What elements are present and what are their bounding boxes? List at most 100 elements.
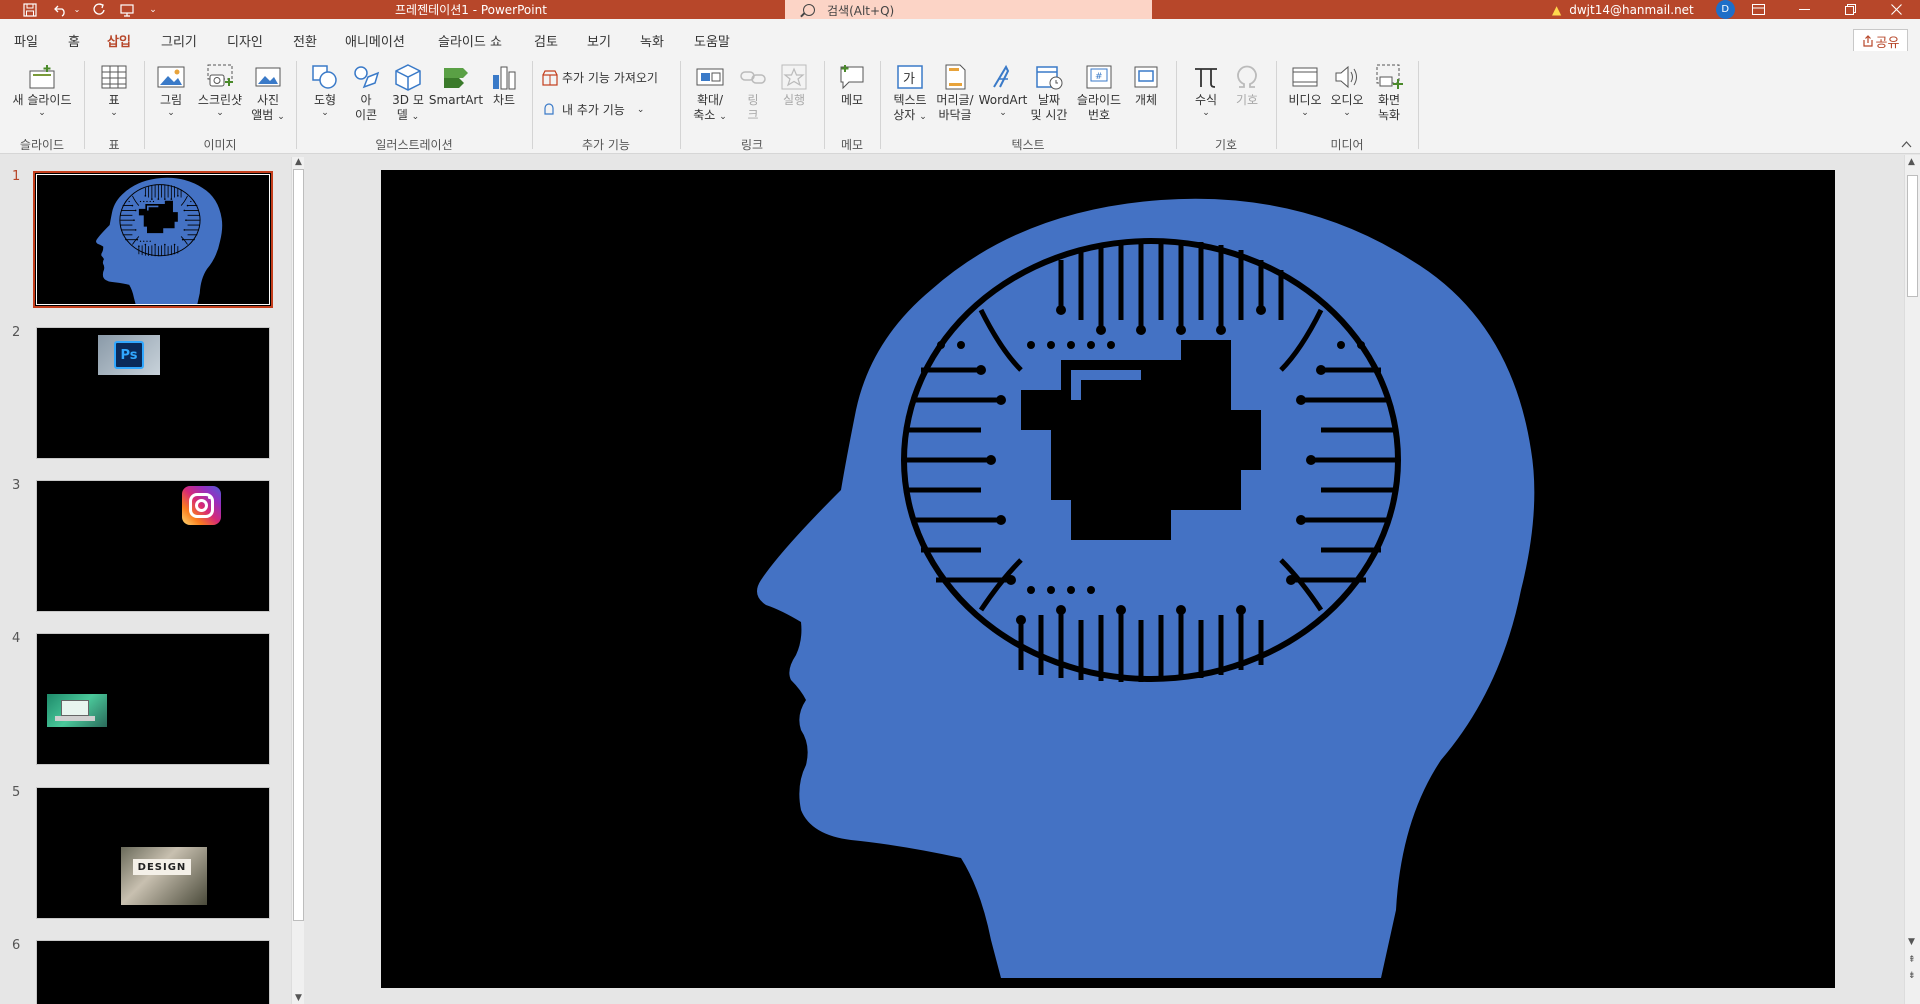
tab-insert[interactable]: 삽입	[107, 31, 131, 56]
slide-number-icon: #	[1086, 65, 1112, 89]
chevron-down-icon: ⌄	[919, 112, 927, 122]
collapse-ribbon-icon[interactable]	[1901, 138, 1912, 151]
date-time-button[interactable]: 날짜 및 시간	[1028, 63, 1070, 123]
tab-draw[interactable]: 그리기	[161, 31, 197, 50]
table-button[interactable]: 표 ⌄	[92, 63, 136, 118]
audio-button[interactable]: 오디오 ⌄	[1326, 63, 1368, 118]
speaker-icon	[1335, 65, 1357, 89]
symbol-button[interactable]: 기호	[1228, 63, 1266, 108]
3d-models-label-2: 델	[396, 108, 408, 122]
photo-album-button[interactable]: 사진 앨범 ⌄	[248, 63, 288, 125]
search-placeholder: 검색(Alt+Q)	[827, 3, 895, 18]
my-addins-button[interactable]: 내 추가 기능 ⌄	[542, 101, 644, 118]
thumbnails-scrollbar[interactable]: ▲ ▼	[291, 157, 304, 1004]
cube-icon	[395, 64, 421, 91]
head-circuit-image[interactable]	[381, 170, 1835, 988]
ribbon-display-options-icon[interactable]	[1735, 0, 1781, 19]
3d-models-button[interactable]: 3D 모 델 ⌄	[387, 63, 429, 125]
icons-icon	[354, 66, 380, 89]
slide-thumbnail-5[interactable]: DESIGN	[36, 787, 270, 919]
new-slide-button[interactable]: 새 슬라이드 ⌄	[8, 63, 76, 118]
chart-button[interactable]: 차트	[486, 63, 522, 108]
tab-file[interactable]: 파일	[14, 31, 38, 50]
equation-label: 수식	[1194, 93, 1218, 107]
close-icon[interactable]	[1873, 0, 1919, 19]
wordart-button[interactable]: WordArt ⌄	[978, 63, 1028, 118]
tab-animations[interactable]: 애니메이션	[345, 31, 405, 50]
search-box[interactable]: 검색(Alt+Q)	[785, 0, 1152, 20]
slide-thumbnail-3[interactable]	[36, 480, 270, 612]
smartart-button[interactable]: SmartArt	[428, 63, 484, 108]
head-circuit-thumbnail-image	[35, 173, 271, 306]
screen-recording-label: 화면	[1377, 93, 1401, 107]
group-label-text: 텍스트	[1011, 138, 1045, 152]
slide-number: 6	[12, 938, 21, 953]
header-footer-icon	[945, 64, 966, 90]
slide-thumbnail-1[interactable]	[33, 171, 273, 308]
slide-number-button[interactable]: # 슬라이드 번호	[1072, 63, 1126, 123]
shapes-button[interactable]: 도형 ⌄	[305, 63, 345, 118]
warning-icon[interactable]: ▲	[1552, 3, 1561, 17]
scrollbar-thumb[interactable]	[1907, 175, 1918, 297]
slide-thumbnail-2[interactable]: Ps	[36, 327, 270, 459]
slide-thumbnail-4[interactable]	[36, 633, 270, 765]
tab-record[interactable]: 녹화	[640, 31, 664, 50]
comment-button[interactable]: 메모	[832, 63, 872, 108]
zoom-button[interactable]: 확대/ 축소 ⌄	[688, 63, 732, 125]
icons-button[interactable]: 아 이콘	[347, 63, 385, 123]
chevron-down-icon: ⌄	[167, 108, 175, 118]
account-area: ▲ dwjt14@hanmail.net D	[1552, 0, 1735, 19]
tab-home[interactable]: 홈	[68, 31, 80, 50]
3d-models-label: 3D 모	[392, 93, 424, 107]
action-button[interactable]: 실행	[776, 63, 812, 108]
get-addins-button[interactable]: 추가 기능 가져오기	[542, 69, 658, 86]
slide-number-label: 슬라이드	[1076, 93, 1122, 107]
editor-vertical-scrollbar[interactable]: ▲ ▼ ⇞ ⇟	[1904, 155, 1920, 1004]
scroll-down-icon[interactable]: ▼	[1908, 937, 1915, 947]
scroll-down-icon[interactable]: ▼	[295, 993, 302, 1003]
scrollbar-thumb[interactable]	[293, 169, 304, 921]
tab-help[interactable]: 도움말	[694, 31, 730, 50]
link-button[interactable]: 링 크	[736, 63, 770, 123]
instagram-logo-image	[182, 486, 221, 525]
textbox-button[interactable]: 가 텍스트 상자 ⌄	[888, 63, 932, 125]
audio-label: 오디오	[1330, 93, 1364, 107]
wordart-label: WordArt	[978, 93, 1028, 107]
equation-button[interactable]: 수식 ⌄	[1184, 63, 1228, 118]
slide-thumbnail-6[interactable]	[36, 940, 270, 1004]
user-email[interactable]: dwjt14@hanmail.net	[1569, 3, 1694, 17]
screen-recording-button[interactable]: 화면 녹화	[1368, 63, 1410, 123]
tab-review[interactable]: 검토	[534, 31, 558, 50]
undo-dropdown-icon[interactable]: ⌄	[72, 5, 82, 14]
tab-view[interactable]: 보기	[587, 31, 611, 50]
symbol-label: 기호	[1235, 93, 1259, 107]
restore-icon[interactable]	[1827, 0, 1873, 19]
video-button[interactable]: 비디오 ⌄	[1284, 63, 1326, 118]
scroll-up-icon[interactable]: ▲	[295, 157, 302, 167]
tab-design[interactable]: 디자인	[227, 31, 263, 50]
chart-label: 차트	[492, 93, 516, 107]
tab-slide-show[interactable]: 슬라이드 쇼	[438, 31, 502, 50]
save-icon[interactable]	[18, 2, 42, 17]
header-footer-button[interactable]: 머리글/ 바닥글	[932, 63, 978, 123]
screen-recording-label-2: 녹화	[1377, 108, 1401, 122]
share-button[interactable]: 공유	[1853, 29, 1908, 53]
object-button[interactable]: 개체	[1128, 63, 1164, 108]
tab-transitions[interactable]: 전환	[293, 31, 317, 50]
undo-icon[interactable]	[50, 3, 72, 17]
minimize-icon[interactable]	[1781, 0, 1827, 19]
screenshot-button[interactable]: 스크린샷 ⌄	[192, 63, 248, 118]
slide-number: 2	[12, 325, 21, 340]
slide-number-label-2: 번호	[1087, 108, 1111, 122]
picture-button[interactable]: 그림 ⌄	[151, 63, 191, 118]
redo-icon[interactable]	[88, 2, 110, 17]
main-slide-canvas[interactable]	[381, 170, 1835, 988]
present-from-start-icon[interactable]	[116, 3, 138, 17]
customize-toolbar-icon[interactable]: ⌄	[144, 5, 162, 15]
next-slide-icon[interactable]: ⇟	[1908, 971, 1916, 981]
share-label: 공유	[1875, 35, 1900, 51]
scroll-up-icon[interactable]: ▲	[1908, 157, 1915, 167]
previous-slide-icon[interactable]: ⇞	[1908, 955, 1916, 965]
design-text: DESIGN	[133, 859, 191, 875]
avatar[interactable]: D	[1715, 0, 1735, 19]
